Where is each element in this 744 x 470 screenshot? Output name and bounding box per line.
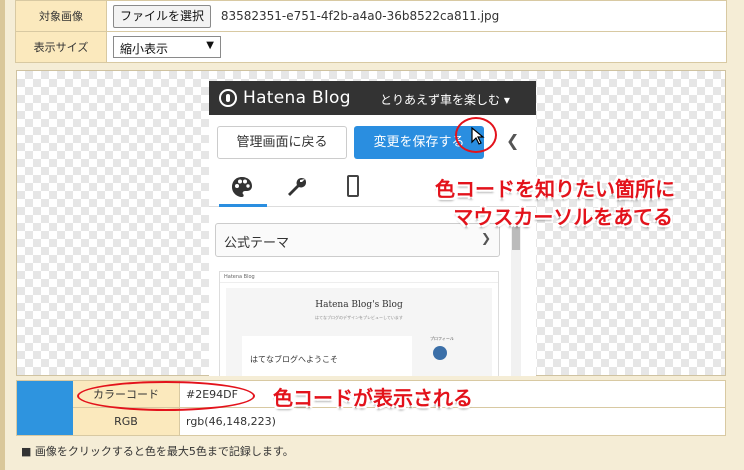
theme-preview-thumbnail: Hatena Blog Hatena Blog's Blog はてなブログのデザ… [219,271,499,376]
record-note: ■ 画像をクリックすると色を最大5色まで記録します。 [21,445,294,458]
target-image-row: 対象画像 ファイルを選択 83582351-e751-4f2b-a4a0-36b… [15,0,727,32]
display-size-label: 表示サイズ [15,31,107,63]
target-image-label: 対象画像 [15,0,107,32]
cursor-highlight-circle [455,117,497,153]
mini-blog-title: Hatena Blog's Blog [315,300,403,310]
mini-profile-label: プロフィール [430,336,454,341]
rgb-value[interactable]: rgb(46,148,223) [180,408,725,435]
back-to-admin-button: 管理画面に戻る [217,126,347,159]
scrollbar [511,223,521,376]
callout-code-displayed: 色コードが表示される [273,386,473,410]
active-tab-indicator [219,204,267,207]
color-code-highlight-ellipse [77,381,255,411]
callout-hover-instruction: 色コードを知りたい箇所に マウスカーソルをあてる [435,177,675,229]
choose-file-button[interactable]: ファイルを選択 [113,4,212,28]
chevron-down-icon: ❯ [480,231,491,245]
settings-table: 対象画像 ファイルを選択 83582351-e751-4f2b-a4a0-36b… [15,0,727,63]
hatena-logo-icon [219,89,237,107]
mini-avatar [433,346,447,360]
wrench-icon [288,177,307,196]
mini-header: Hatena Blog [220,272,498,283]
display-size-value: 縮小表示 [120,42,169,56]
display-size-row: 表示サイズ 縮小表示 ▼ [15,31,727,63]
image-preview-area[interactable]: Hatena Blog とりあえず車を楽しむ ▾ 管理画面に戻る 変更を保存する… [16,70,726,376]
mini-blog-subtitle: はてなブログのデザインをプレビューしています [315,315,403,320]
smartphone-icon [347,175,359,197]
hatena-logo-text: Hatena Blog [243,88,351,108]
rgb-label: RGB [73,408,180,435]
mini-post-title: はてなブログへようこそ [250,355,338,364]
dropdown-arrow-icon: ▼ [206,40,214,51]
theme-select-value: 公式テーマ [224,236,290,251]
palette-icon [232,177,252,197]
hatena-header-bar: Hatena Blog とりあえず車を楽しむ ▾ [209,81,536,115]
mini-post-card: はてなブログへようこそ [242,336,412,376]
display-size-select[interactable]: 縮小表示 ▼ [113,36,221,58]
page-left-border [0,0,5,470]
color-swatch [17,381,73,435]
color-picker-tool: 対象画像 ファイルを選択 83582351-e751-4f2b-a4a0-36b… [15,0,727,470]
blog-name: とりあえず車を楽しむ ▾ [380,93,510,107]
file-name-text: 83582351-e751-4f2b-a4a0-36b8522ca811.jpg [220,8,500,23]
chevron-left-icon: ❮ [506,131,520,150]
